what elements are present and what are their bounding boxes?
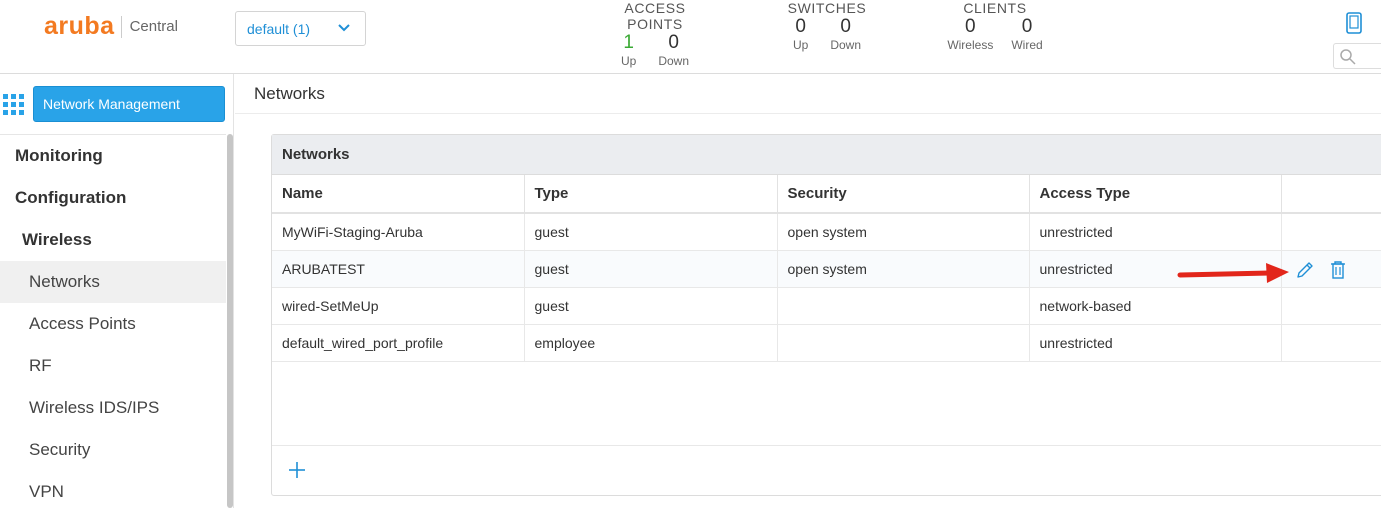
column-header-name[interactable]: Name <box>272 175 525 214</box>
table-header-row: Name Type Security Access Type <box>272 175 1381 214</box>
cell-security: open system <box>777 213 1030 251</box>
clients-stat[interactable]: CLIENTS 0 Wireless 0 Wired <box>942 0 1048 52</box>
apps-grid-icon[interactable] <box>3 94 25 116</box>
network-management-button[interactable]: Network Management <box>33 86 225 122</box>
logo-divider <box>120 15 122 38</box>
group-select[interactable]: default (1) <box>235 11 366 46</box>
clients-title: CLIENTS <box>963 0 1027 16</box>
sidebar-item-rf[interactable]: RF <box>0 345 226 387</box>
cell-name: ARUBATEST <box>272 250 525 288</box>
cell-access-type: network-based <box>1029 287 1282 325</box>
ap-up-cell: 1 Up <box>621 32 636 68</box>
column-header-type[interactable]: Type <box>524 175 778 214</box>
sidebar-item-wireless[interactable]: Wireless <box>0 219 226 261</box>
table-footer-divider <box>272 445 1381 446</box>
cell-name: wired-SetMeUp <box>272 287 525 325</box>
ap-down-label: Down <box>658 54 690 68</box>
sidebar-item-configuration[interactable]: Configuration <box>0 177 226 219</box>
ap-up-label: Up <box>620 54 637 68</box>
cell-actions <box>1281 213 1381 251</box>
switches-title: SWITCHES <box>787 0 867 16</box>
chevron-down-icon <box>338 24 350 32</box>
mobile-device-icon[interactable] <box>1345 12 1363 34</box>
sidebar-item-security[interactable]: Security <box>0 429 226 471</box>
networks-card: Networks Name Type Security Access Type … <box>271 134 1381 496</box>
cell-name: default_wired_port_profile <box>272 324 525 362</box>
page-title: Networks <box>254 84 325 103</box>
column-header-access-type[interactable]: Access Type <box>1029 175 1282 214</box>
sw-down-label: Down <box>830 38 862 52</box>
table-row[interactable]: default_wired_port_profile employee unre… <box>272 324 1381 362</box>
sidebar: Network Management Monitoring Configurat… <box>0 74 234 508</box>
access-points-stat[interactable]: ACCESS POINTS 1 Up 0 Down <box>598 0 712 68</box>
sidebar-scrollbar[interactable] <box>227 134 233 508</box>
pencil-icon[interactable] <box>1295 260 1315 280</box>
table-row[interactable]: MyWiFi-Staging-Aruba guest open system u… <box>272 213 1381 251</box>
sidebar-item-vpn[interactable]: VPN <box>0 471 226 513</box>
main-content: Networks Networks Name Type Security Acc… <box>235 74 1381 508</box>
aruba-central-logo[interactable]: aruba Central <box>44 12 178 41</box>
global-search[interactable] <box>1333 43 1381 69</box>
clients-wireless-label: Wireless <box>947 38 994 52</box>
cell-type: employee <box>524 324 778 362</box>
networks-card-title: Networks <box>272 135 1381 175</box>
sw-up-label: Up <box>792 38 809 52</box>
cell-access-type: unrestricted <box>1029 213 1282 251</box>
cell-type: guest <box>524 213 778 251</box>
cell-type: guest <box>524 287 778 325</box>
switches-stat[interactable]: SWITCHES 0 Up 0 Down <box>784 0 870 52</box>
ap-down-count: 0 <box>668 32 679 53</box>
column-header-actions <box>1281 175 1381 214</box>
cell-type: guest <box>524 250 778 288</box>
clients-wired-label: Wired <box>1011 38 1043 52</box>
ap-up-count: 1 <box>623 32 634 53</box>
search-icon <box>1340 49 1356 65</box>
aruba-logo: aruba <box>44 12 115 40</box>
clients-wired-cell: 0 Wired <box>1011 16 1042 52</box>
cell-name: MyWiFi-Staging-Aruba <box>272 213 525 251</box>
sw-down-count: 0 <box>840 16 851 37</box>
sidebar-item-wireless-ids-ips[interactable]: Wireless IDS/IPS <box>0 387 226 429</box>
sidebar-item-monitoring[interactable]: Monitoring <box>0 135 226 177</box>
red-arrow-annotation <box>1177 263 1289 283</box>
clients-wireless-cell: 0 Wireless <box>947 16 993 52</box>
clients-wired-count: 0 <box>1021 16 1033 37</box>
cell-actions <box>1281 287 1381 325</box>
clients-wireless-count: 0 <box>965 16 976 37</box>
product-name: Central <box>129 18 178 35</box>
plus-icon[interactable] <box>288 461 306 479</box>
ap-down-cell: 0 Down <box>658 32 689 68</box>
cell-actions <box>1281 250 1381 288</box>
cell-security <box>777 324 1030 362</box>
group-select-value: default (1) <box>247 20 311 37</box>
header-tools <box>1331 0 1381 74</box>
access-points-title: ACCESS POINTS <box>624 0 686 32</box>
sw-down-cell: 0 Down <box>830 16 861 52</box>
sidebar-item-access-points[interactable]: Access Points <box>0 303 226 345</box>
cell-security: open system <box>777 250 1030 288</box>
cell-actions <box>1281 324 1381 362</box>
sw-up-cell: 0 Up <box>793 16 808 52</box>
column-header-security[interactable]: Security <box>777 175 1030 214</box>
top-header: aruba Central default (1) ACCESS POINTS … <box>0 0 1381 74</box>
cell-access-type: unrestricted <box>1029 324 1282 362</box>
trash-icon[interactable] <box>1329 260 1347 280</box>
cell-security <box>777 287 1030 325</box>
sw-up-count: 0 <box>795 16 806 37</box>
title-divider <box>235 113 1381 114</box>
table-row[interactable]: wired-SetMeUp guest network-based <box>272 287 1381 325</box>
sidebar-item-networks[interactable]: Networks <box>0 261 226 303</box>
